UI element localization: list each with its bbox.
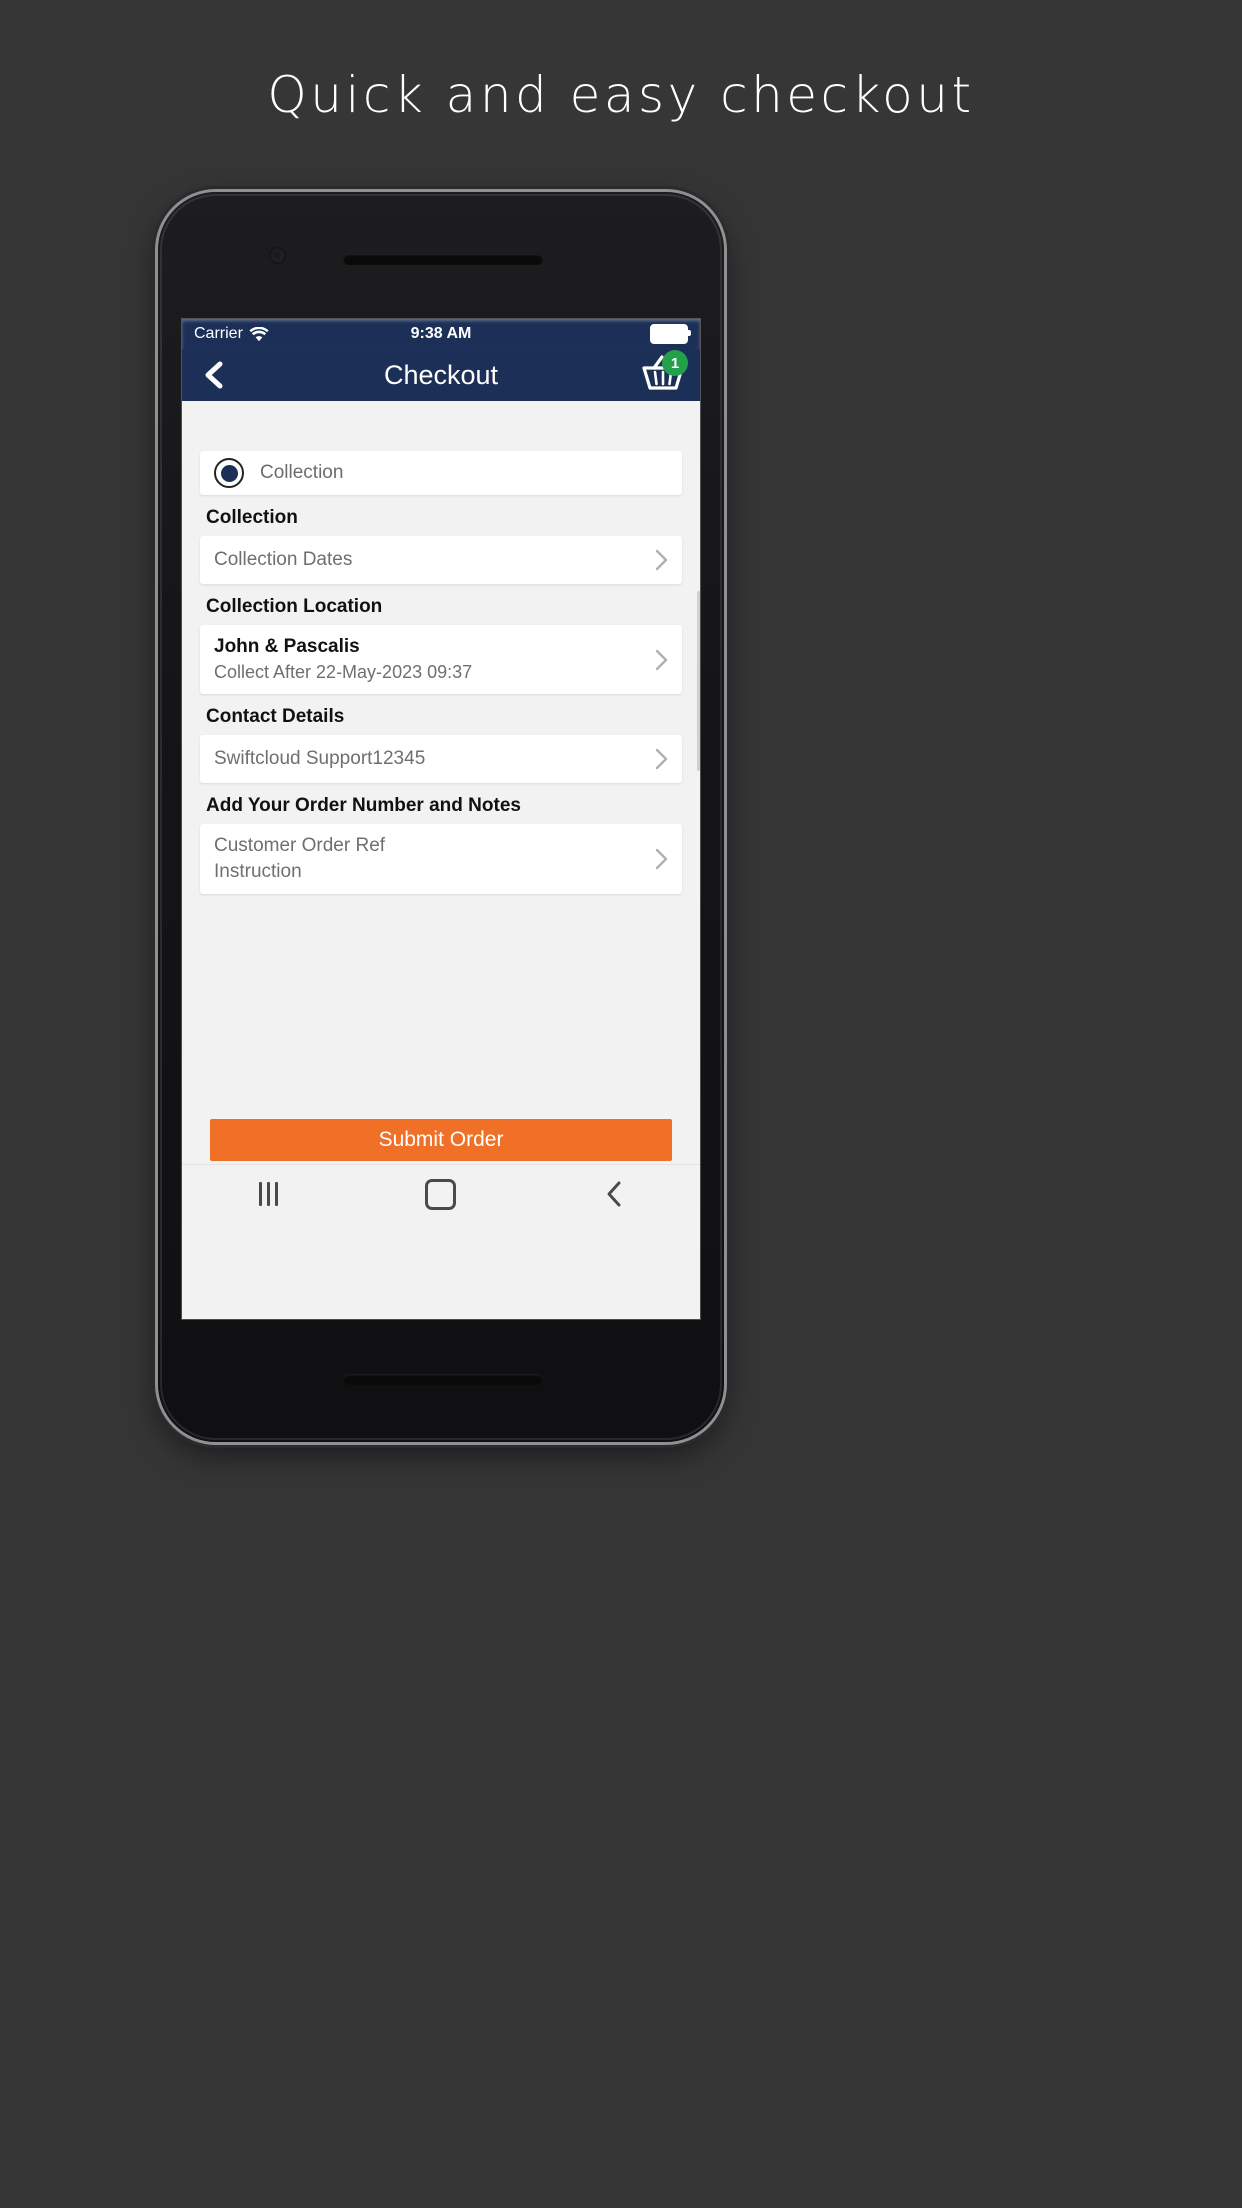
chevron-left-icon [205, 361, 223, 389]
collection-location-time: Collect After 22-May-2023 09:37 [214, 662, 473, 682]
chevron-right-icon [655, 748, 668, 770]
app-navigation-bar: Checkout 1 [182, 349, 700, 401]
carrier-label: Carrier [194, 325, 269, 343]
row-texts: Collection Dates [214, 549, 352, 571]
radio-selected-icon[interactable] [214, 458, 244, 488]
chevron-right-icon [655, 549, 668, 571]
form-body: Collection Collection Collection Dates C… [182, 451, 700, 894]
row-texts: Customer Order Ref Instruction [214, 835, 385, 883]
collection-location-card[interactable]: John & Pascalis Collect After 22-May-202… [200, 625, 682, 694]
status-bar: Carrier 9:38 AM [182, 319, 700, 349]
radio-dot [220, 464, 238, 482]
section-heading-contact-details: Contact Details [206, 706, 345, 727]
phone-screen: Carrier 9:38 AM Checkout 1 Collection Co… [182, 319, 700, 1319]
page-title: Quick and easy checkout [267, 66, 975, 124]
recents-button[interactable] [233, 1171, 303, 1217]
chevron-right-icon [655, 848, 668, 870]
row-texts: John & Pascalis Collect After 22-May-202… [214, 636, 472, 683]
order-notes-row[interactable]: Customer Order Ref Instruction [200, 824, 682, 894]
fulfilment-option-card[interactable]: Collection [200, 451, 682, 495]
phone-bottom-grille [343, 1374, 543, 1385]
checkout-content: Collection Collection Collection Dates C… [182, 401, 700, 1223]
collection-dates-label: Collection Dates [214, 549, 353, 570]
fulfilment-radio-label: Collection [260, 462, 344, 483]
content-top-spacer [182, 401, 700, 451]
row-texts: Swiftcloud Support12345 [214, 748, 425, 770]
section-heading-collection: Collection [206, 507, 298, 528]
section-heading-collection-location: Collection Location [206, 596, 383, 617]
collection-dates-card[interactable]: Collection Dates [200, 536, 682, 584]
submit-area: Submit Order [182, 1119, 700, 1161]
contact-details-card[interactable]: Swiftcloud Support12345 [200, 735, 682, 783]
cart-badge: 1 [662, 350, 688, 376]
instruction-label: Instruction [214, 861, 302, 882]
contact-details-row[interactable]: Swiftcloud Support12345 [200, 735, 682, 783]
cart-button[interactable]: 1 [640, 350, 688, 396]
back-icon [607, 1181, 621, 1207]
phone-mockup: Carrier 9:38 AM Checkout 1 Collection Co… [158, 192, 724, 1442]
scrollbar-thumb[interactable] [697, 591, 700, 771]
chevron-right-icon [655, 649, 668, 670]
submit-order-button[interactable]: Submit Order [210, 1119, 672, 1161]
customer-order-ref-label: Customer Order Ref [214, 835, 386, 856]
earpiece-speaker [343, 254, 543, 265]
order-notes-card[interactable]: Customer Order Ref Instruction [200, 824, 682, 894]
carrier-text: Carrier [194, 325, 243, 342]
nav-title: Checkout [383, 359, 499, 390]
battery-full-icon [650, 324, 691, 344]
home-button[interactable] [406, 1171, 476, 1217]
section-heading-order-notes: Add Your Order Number and Notes [206, 795, 521, 816]
recents-icon [258, 1182, 278, 1206]
collection-dates-row[interactable]: Collection Dates [200, 536, 682, 584]
collection-location-row[interactable]: John & Pascalis Collect After 22-May-202… [200, 625, 682, 694]
contact-details-value: Swiftcloud Support12345 [214, 748, 426, 769]
wifi-icon [249, 326, 269, 341]
collection-location-name: John & Pascalis [214, 636, 360, 657]
android-navigation-bar [182, 1164, 700, 1223]
front-camera-icon [269, 247, 286, 264]
fulfilment-radio-row[interactable]: Collection [200, 451, 682, 495]
back-button[interactable] [196, 357, 232, 393]
home-icon [425, 1178, 457, 1210]
android-back-button[interactable] [579, 1171, 649, 1217]
